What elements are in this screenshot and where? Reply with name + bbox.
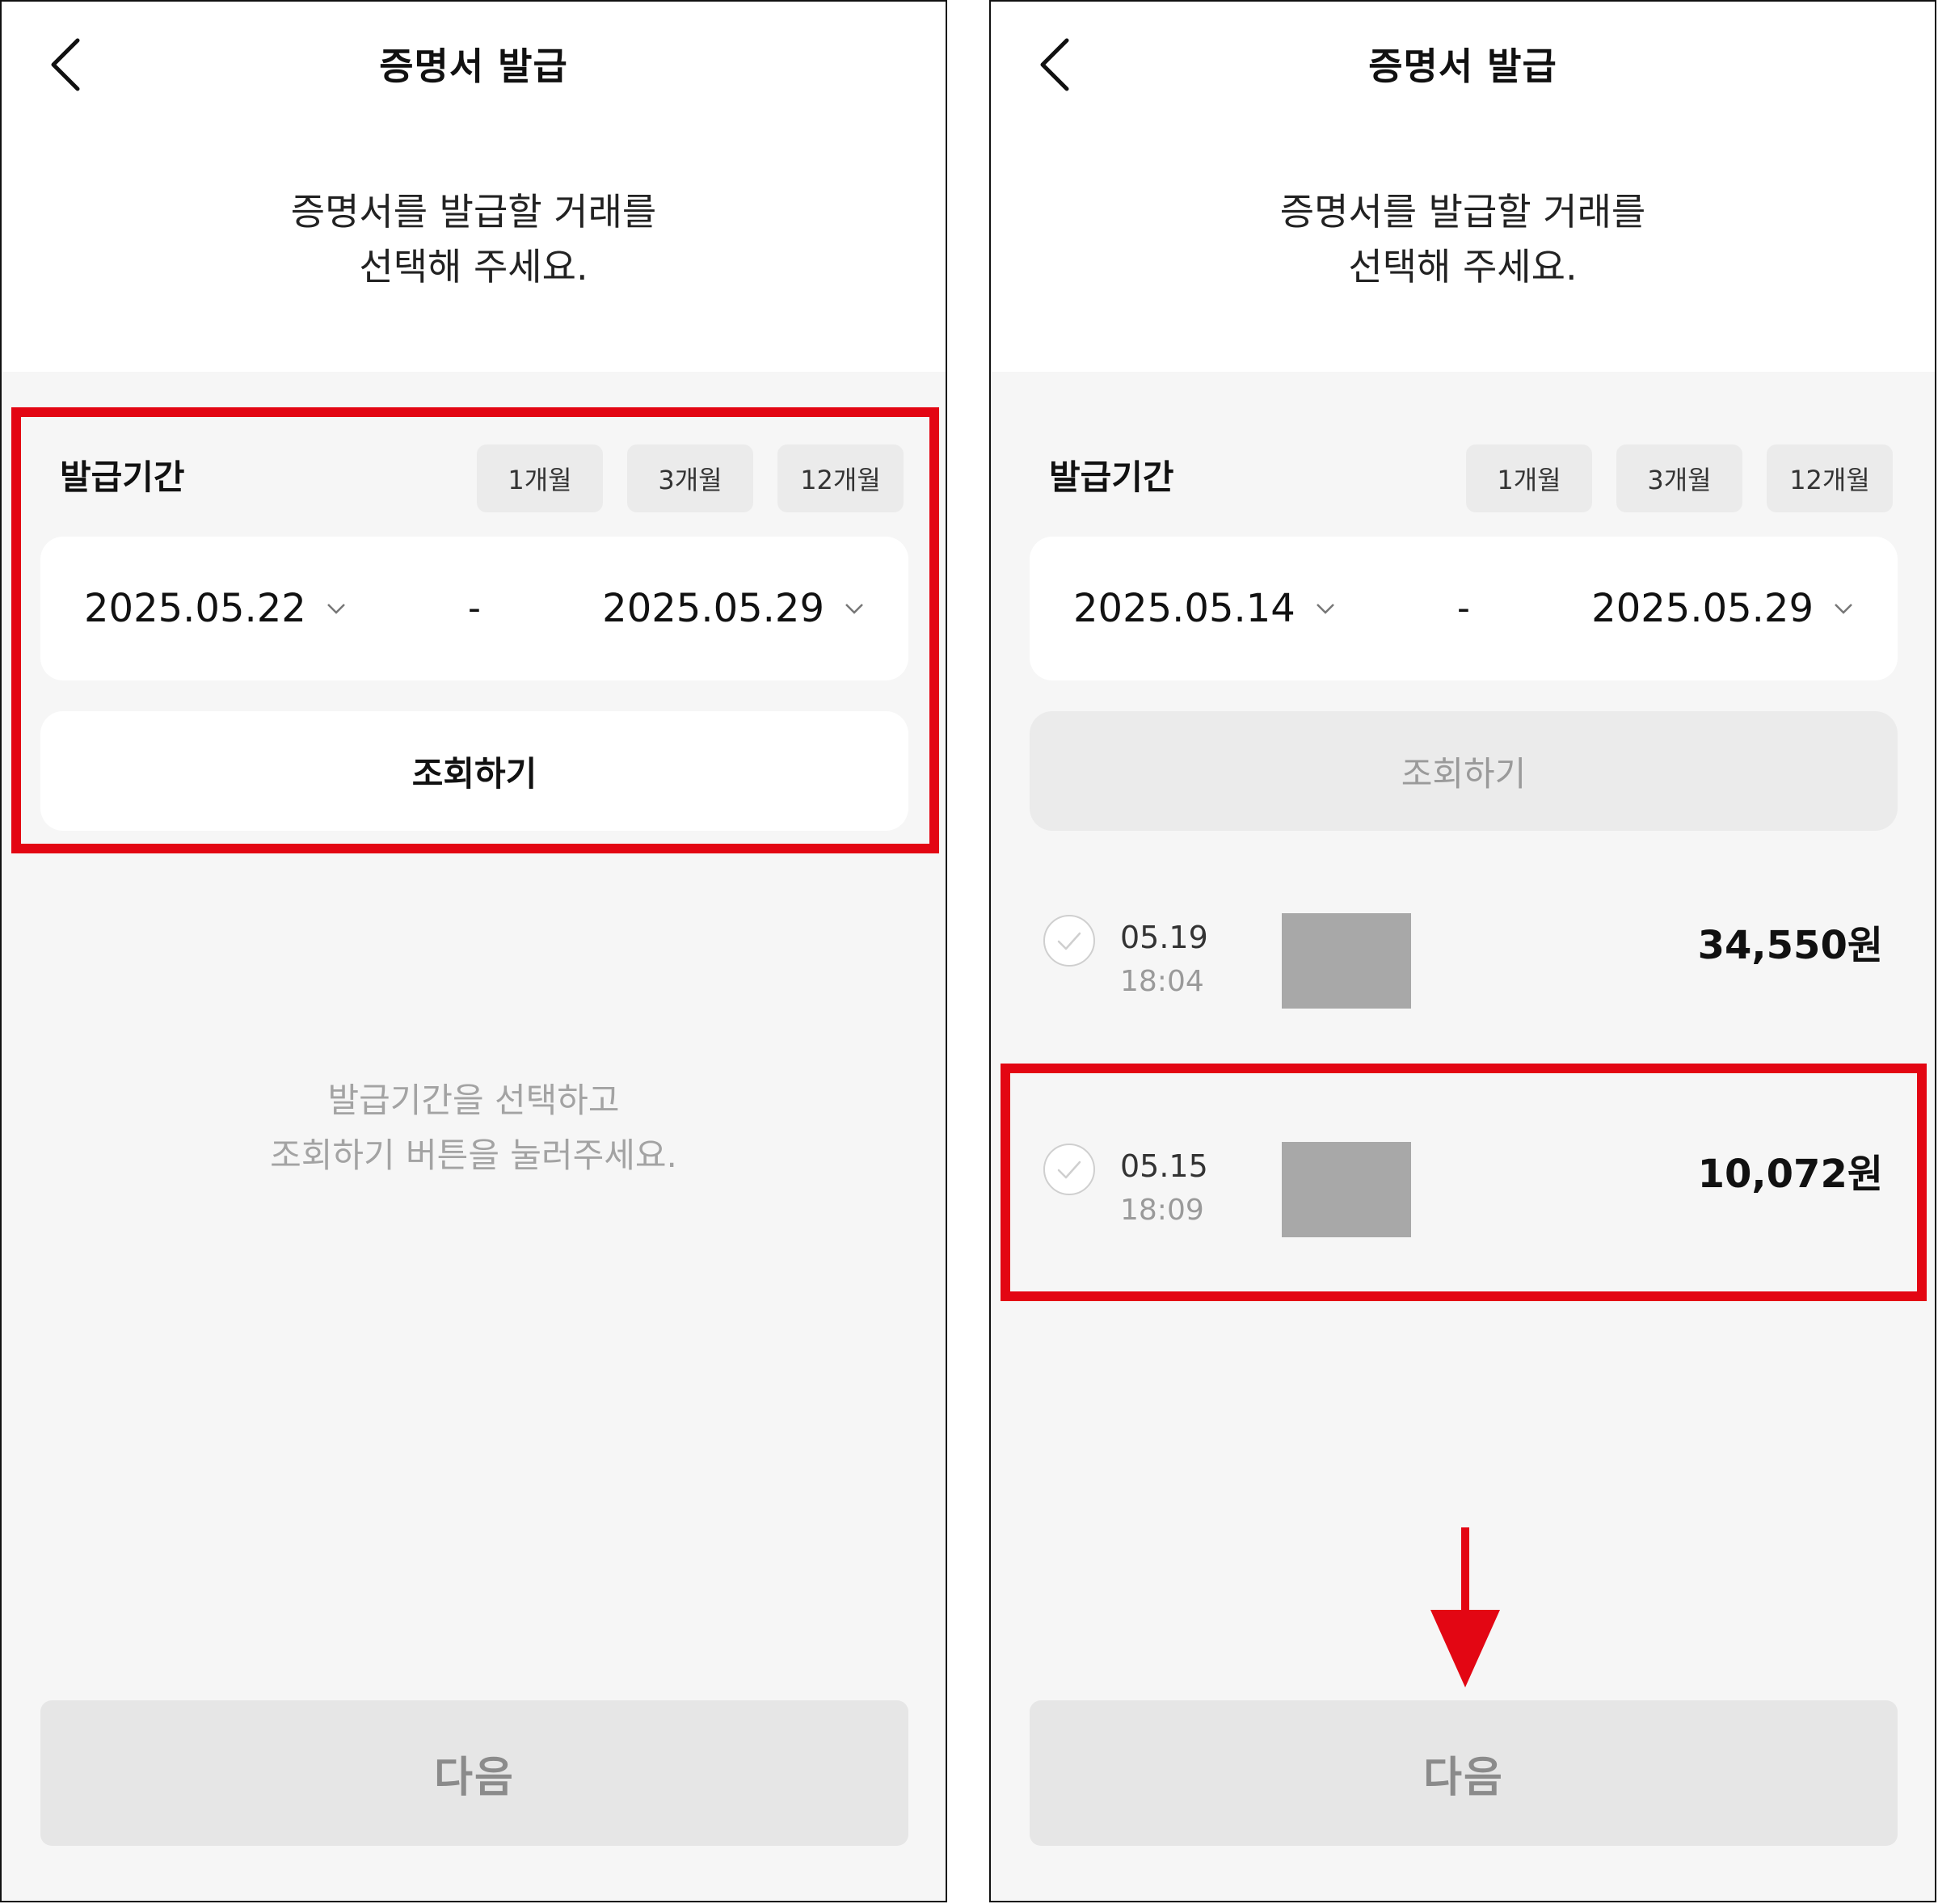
period-chip-12-months[interactable]: 12개월	[1767, 444, 1893, 512]
left-screen: 증명서 발급 증명서를 발급할 거래를 선택해 주세요. 발급기간 1개월 3개…	[0, 0, 947, 1902]
header: 증명서 발급	[991, 2, 1935, 131]
transaction-thumbnail	[1282, 1142, 1411, 1237]
instruction-text: 증명서를 발급할 거래를 선택해 주세요.	[991, 184, 1935, 294]
instruction-line-1: 증명서를 발급할 거래를	[1279, 190, 1646, 234]
end-date-value: 2025.05.29	[1591, 586, 1814, 631]
transaction-time: 18:09	[1120, 1194, 1204, 1227]
date-range-box: 2025.05.22 - 2025.05.29	[40, 537, 908, 680]
transaction-item[interactable]: 05.19 18:04 34,550원	[1030, 913, 1898, 1051]
check-circle-icon[interactable]	[1043, 914, 1096, 967]
query-button[interactable]: 조회하기	[1030, 711, 1898, 831]
chevron-down-icon	[1835, 604, 1852, 614]
instruction-text: 증명서를 발급할 거래를 선택해 주세요.	[2, 184, 946, 294]
empty-state-message: 발급기간을 선택하고 조회하기 버튼을 눌러주세요.	[2, 1073, 946, 1183]
period-chip-3-months[interactable]: 3개월	[627, 444, 753, 512]
transaction-thumbnail	[1282, 913, 1411, 1009]
next-button[interactable]: 다음	[40, 1700, 908, 1846]
end-date-value: 2025.05.29	[602, 586, 824, 631]
end-date-select[interactable]: 2025.05.29	[602, 537, 865, 680]
instruction-line-1: 증명서를 발급할 거래를	[290, 190, 657, 234]
period-chip-12-months[interactable]: 12개월	[777, 444, 904, 512]
transaction-amount: 10,072원	[1697, 1152, 1883, 1197]
date-range-box: 2025.05.14 - 2025.05.29	[1030, 537, 1898, 680]
end-date-select[interactable]: 2025.05.29	[1591, 537, 1854, 680]
period-chip-1-month[interactable]: 1개월	[1466, 444, 1592, 512]
next-button[interactable]: 다음	[1030, 1700, 1898, 1846]
period-label: 발급기간	[60, 457, 185, 497]
transaction-amount: 34,550원	[1697, 923, 1883, 968]
transaction-item[interactable]: 05.15 18:09 10,072원	[1030, 1142, 1898, 1279]
period-label: 발급기간	[1049, 457, 1174, 497]
transaction-date: 05.15	[1120, 1148, 1208, 1184]
instruction-line-2: 선택해 주세요.	[359, 245, 588, 289]
transaction-date: 05.19	[1120, 920, 1208, 955]
period-chip-3-months[interactable]: 3개월	[1616, 444, 1742, 512]
instruction-line-2: 선택해 주세요.	[1348, 245, 1578, 289]
header: 증명서 발급	[2, 2, 946, 131]
page-title: 증명서 발급	[379, 44, 568, 88]
page-title: 증명서 발급	[1368, 44, 1557, 88]
check-circle-icon[interactable]	[1043, 1143, 1096, 1196]
chevron-down-icon	[845, 604, 863, 614]
period-chip-1-month[interactable]: 1개월	[477, 444, 603, 512]
empty-line-2: 조회하기 버튼을 눌러주세요.	[270, 1135, 677, 1175]
arrow-down-icon	[1430, 1527, 1500, 1687]
query-button[interactable]: 조회하기	[40, 711, 908, 831]
empty-line-1: 발급기간을 선택하고	[327, 1080, 620, 1120]
transaction-time: 18:04	[1120, 965, 1204, 998]
